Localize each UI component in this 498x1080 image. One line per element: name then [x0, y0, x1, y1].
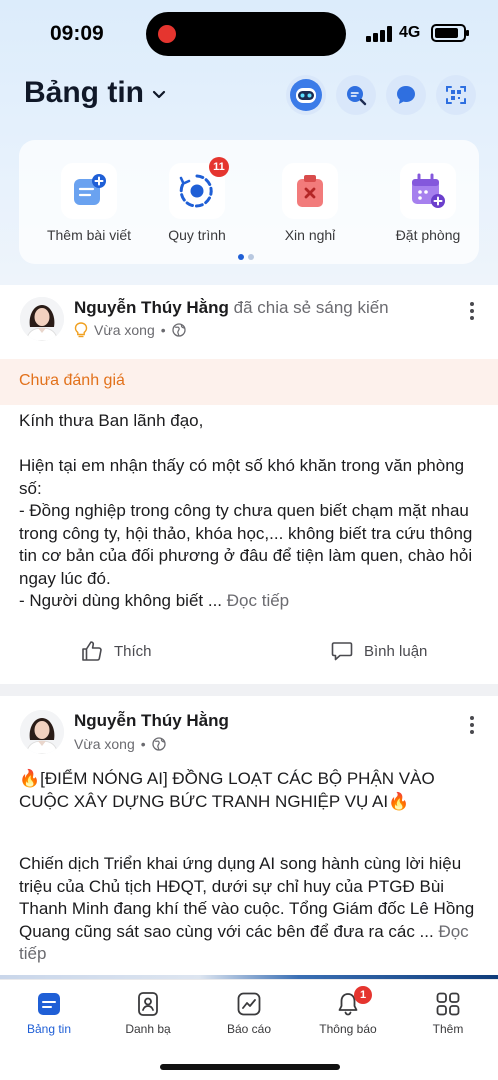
nav-label: Báo cáo [226, 1022, 272, 1036]
signal-icon [366, 26, 394, 42]
quick-action-label: Đặt phòng [395, 227, 461, 243]
more-options-icon[interactable] [468, 716, 476, 736]
post-headline[interactable]: 🔥[ĐIỂM NÓNG AI] ĐỒNG LOẠT CÁC BỘ PHẬN VÀ… [19, 768, 487, 813]
nav-item-more[interactable]: Thêm [408, 990, 488, 1036]
grid-more-icon [436, 992, 460, 1016]
nav-label: Danh bạ [125, 1022, 171, 1036]
ai-bot-button[interactable] [286, 75, 326, 115]
search-chat-button[interactable] [336, 75, 376, 115]
post-meta: Vừa xong • [74, 322, 186, 338]
quick-action-label: Xin nghỉ [284, 227, 336, 243]
post-headline-text: 🔥[ĐIỂM NÓNG AI] ĐỒNG LOẠT CÁC BỘ PHẬN VÀ… [19, 769, 435, 811]
workflow-icon [179, 174, 213, 208]
newsfeed-icon [38, 993, 60, 1015]
dynamic-island [146, 12, 346, 56]
user-avatar-icon [20, 710, 64, 754]
leave-request-icon [297, 175, 323, 207]
nav-item-notifications[interactable]: 1 Thông báo [308, 986, 388, 1036]
more-options-icon[interactable] [468, 302, 476, 322]
author-name: Nguyễn Thúy Hằng [74, 298, 229, 317]
chat-bubble-icon [397, 86, 415, 104]
post-time: Vừa xong [74, 736, 135, 752]
quick-action-label: Thêm bài viết [46, 227, 132, 243]
post-time: Vừa xong [94, 322, 155, 338]
nav-label: Bảng tin [26, 1022, 72, 1036]
post-paragraph: - Đồng nghiệp trong công ty chưa quen bi… [19, 501, 473, 588]
post-action-text: đã chia sẻ sáng kiến [233, 298, 389, 317]
ai-bot-icon [290, 79, 322, 111]
notification-badge: 1 [354, 986, 372, 1004]
scan-button[interactable] [436, 75, 476, 115]
separator-dot: • [160, 322, 166, 338]
status-bar: 09:09 4G [0, 0, 498, 66]
chevron-down-icon[interactable] [150, 86, 168, 104]
chat-button[interactable] [386, 75, 426, 115]
globe-icon [172, 323, 186, 337]
add-post-icon [74, 174, 106, 205]
post-body[interactable]: Chiến dịch Triển khai ứng dụng AI song h… [19, 853, 487, 966]
comment-icon [331, 642, 353, 661]
contacts-icon [138, 992, 158, 1016]
avatar[interactable] [20, 710, 64, 754]
thumbs-up-icon [82, 641, 102, 661]
like-label: Thích [114, 642, 152, 660]
home-indicator[interactable] [160, 1064, 340, 1070]
comment-button[interactable]: Bình luận [330, 638, 427, 664]
report-chart-icon [237, 992, 261, 1016]
quick-actions-pager[interactable] [238, 247, 258, 265]
pager-dot [248, 254, 254, 260]
like-button[interactable]: Thích [80, 638, 152, 664]
workflow-badge: 11 [209, 157, 229, 177]
post-paragraph: Hiện tại em nhận thấy có một số khó khăn… [19, 456, 465, 498]
quick-action-book-room[interactable]: Đặt phòng [373, 163, 483, 243]
nav-label: Thêm [432, 1022, 464, 1036]
search-chat-icon [347, 86, 367, 106]
post-paragraph: Kính thưa Ban lãnh đạo, [19, 411, 204, 430]
post-author[interactable]: Nguyễn Thúy Hằng [74, 711, 229, 731]
quick-action-label: Quy trình [168, 227, 226, 243]
quick-action-workflow[interactable]: 11 Quy trình [142, 157, 252, 243]
post-body[interactable]: Kính thưa Ban lãnh đạo, Hiện tại em nhận… [19, 410, 487, 613]
nav-item-report[interactable]: Báo cáo [209, 990, 289, 1036]
author-name: Nguyễn Thúy Hằng [74, 711, 229, 730]
post-meta: Vừa xong • [74, 736, 166, 752]
nav-item-newsfeed[interactable]: Bảng tin [9, 990, 89, 1036]
nav-label: Thông báo [319, 1022, 377, 1036]
comment-label: Bình luận [364, 642, 428, 660]
user-avatar-icon [20, 297, 64, 341]
post-divider [0, 684, 498, 696]
evaluation-status: Chưa đánh giá [0, 359, 498, 405]
status-time: 09:09 [50, 22, 104, 45]
read-more-link[interactable]: Đọc tiếp [227, 591, 289, 610]
book-room-icon [412, 173, 445, 208]
battery-icon [431, 24, 469, 42]
quick-action-leave[interactable]: Xin nghỉ [255, 163, 365, 243]
lightbulb-icon [74, 322, 88, 338]
pager-dot-active [238, 254, 244, 260]
recording-dot-icon [158, 25, 176, 43]
post-paragraph: - Người dùng không biết ... [19, 591, 223, 610]
status-label: Chưa đánh giá [19, 372, 125, 389]
avatar[interactable] [20, 297, 64, 341]
quick-action-add-post[interactable]: Thêm bài viết [34, 163, 144, 243]
page-title[interactable]: Bảng tin [24, 76, 144, 110]
network-type: 4G [399, 24, 421, 41]
scan-qr-icon [446, 86, 466, 104]
post-author[interactable]: Nguyễn Thúy Hằng đã chia sẻ sáng kiến [74, 298, 389, 318]
globe-icon [152, 737, 166, 751]
post-paragraph: Chiến dịch Triển khai ứng dụng AI song h… [19, 854, 475, 941]
separator-dot: • [140, 736, 146, 752]
nav-item-contacts[interactable]: Danh bạ [108, 990, 188, 1036]
quick-actions-card: Thêm bài viết 11 Quy trình Xin nghỉ Đặt … [19, 140, 479, 264]
